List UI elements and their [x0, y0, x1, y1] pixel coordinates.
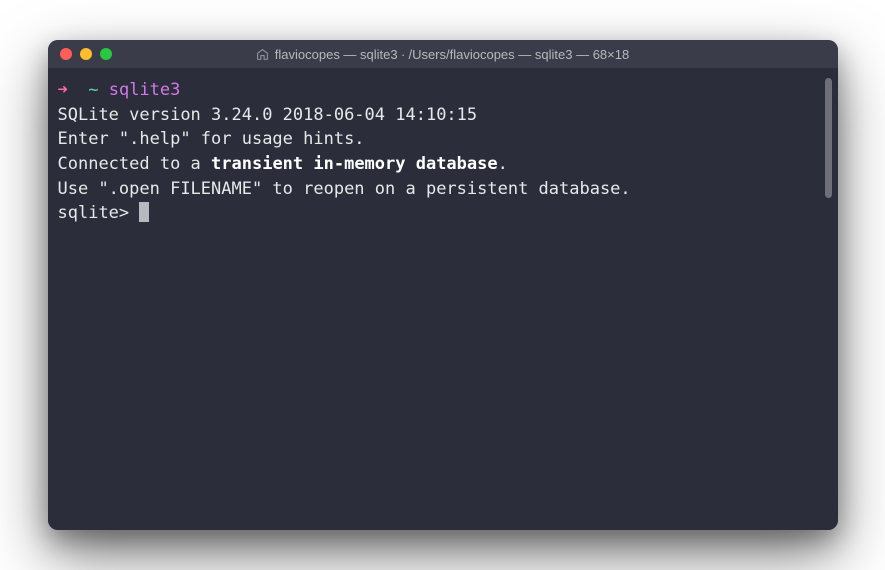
prompt-arrow: ➜ [58, 80, 68, 100]
output-line: Enter ".help" for usage hints. [58, 127, 820, 152]
terminal-body[interactable]: ➜ ~ sqlite3 SQLite version 3.24.0 2018-06… [48, 68, 838, 530]
close-button[interactable] [60, 48, 72, 60]
output-line: Connected to a transient in-memory datab… [58, 152, 820, 177]
output-line: Use ".open FILENAME" to reopen on a pers… [58, 177, 820, 202]
bold-text: transient in-memory database [211, 154, 498, 174]
window-title: flaviocopes — sqlite3 ∙ /Users/flaviocop… [256, 47, 629, 62]
prompt-tilde: ~ [88, 80, 98, 100]
sqlite-prompt-line: sqlite> [58, 201, 820, 226]
scrollbar-thumb[interactable] [825, 78, 832, 198]
scrollbar-track[interactable] [820, 78, 832, 520]
terminal-window: flaviocopes — sqlite3 ∙ /Users/flaviocop… [48, 40, 838, 530]
maximize-button[interactable] [100, 48, 112, 60]
window-titlebar[interactable]: flaviocopes — sqlite3 ∙ /Users/flaviocop… [48, 40, 838, 68]
home-icon [256, 48, 269, 61]
window-title-text: flaviocopes — sqlite3 ∙ /Users/flaviocop… [275, 47, 629, 62]
cursor [139, 202, 149, 222]
terminal-content[interactable]: ➜ ~ sqlite3 SQLite version 3.24.0 2018-06… [58, 78, 820, 520]
sqlite-prompt: sqlite> [58, 203, 140, 223]
traffic-lights [48, 48, 112, 60]
minimize-button[interactable] [80, 48, 92, 60]
output-line: SQLite version 3.24.0 2018-06-04 14:10:1… [58, 103, 820, 128]
command-text: sqlite3 [109, 80, 181, 100]
